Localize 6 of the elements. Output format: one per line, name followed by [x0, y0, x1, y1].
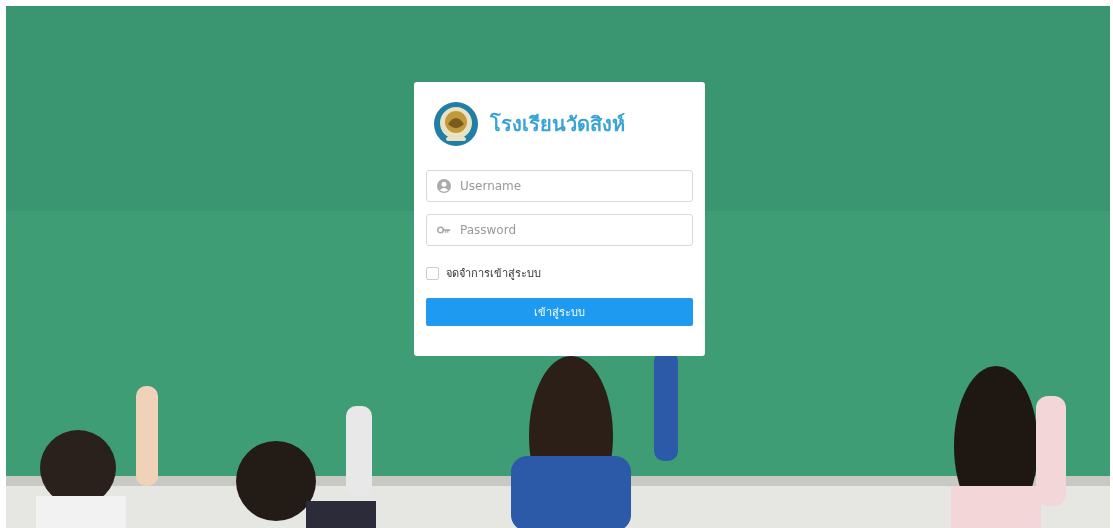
school-name: โรงเรียนวัดสิงห์: [490, 111, 625, 138]
username-field[interactable]: Username: [426, 170, 693, 202]
emblem-icon: [434, 102, 478, 146]
remember-label[interactable]: จดจำการเข้าสู่ระบบ: [446, 264, 541, 282]
remember-checkbox[interactable]: [426, 266, 439, 280]
password-field[interactable]: Password: [426, 214, 693, 246]
